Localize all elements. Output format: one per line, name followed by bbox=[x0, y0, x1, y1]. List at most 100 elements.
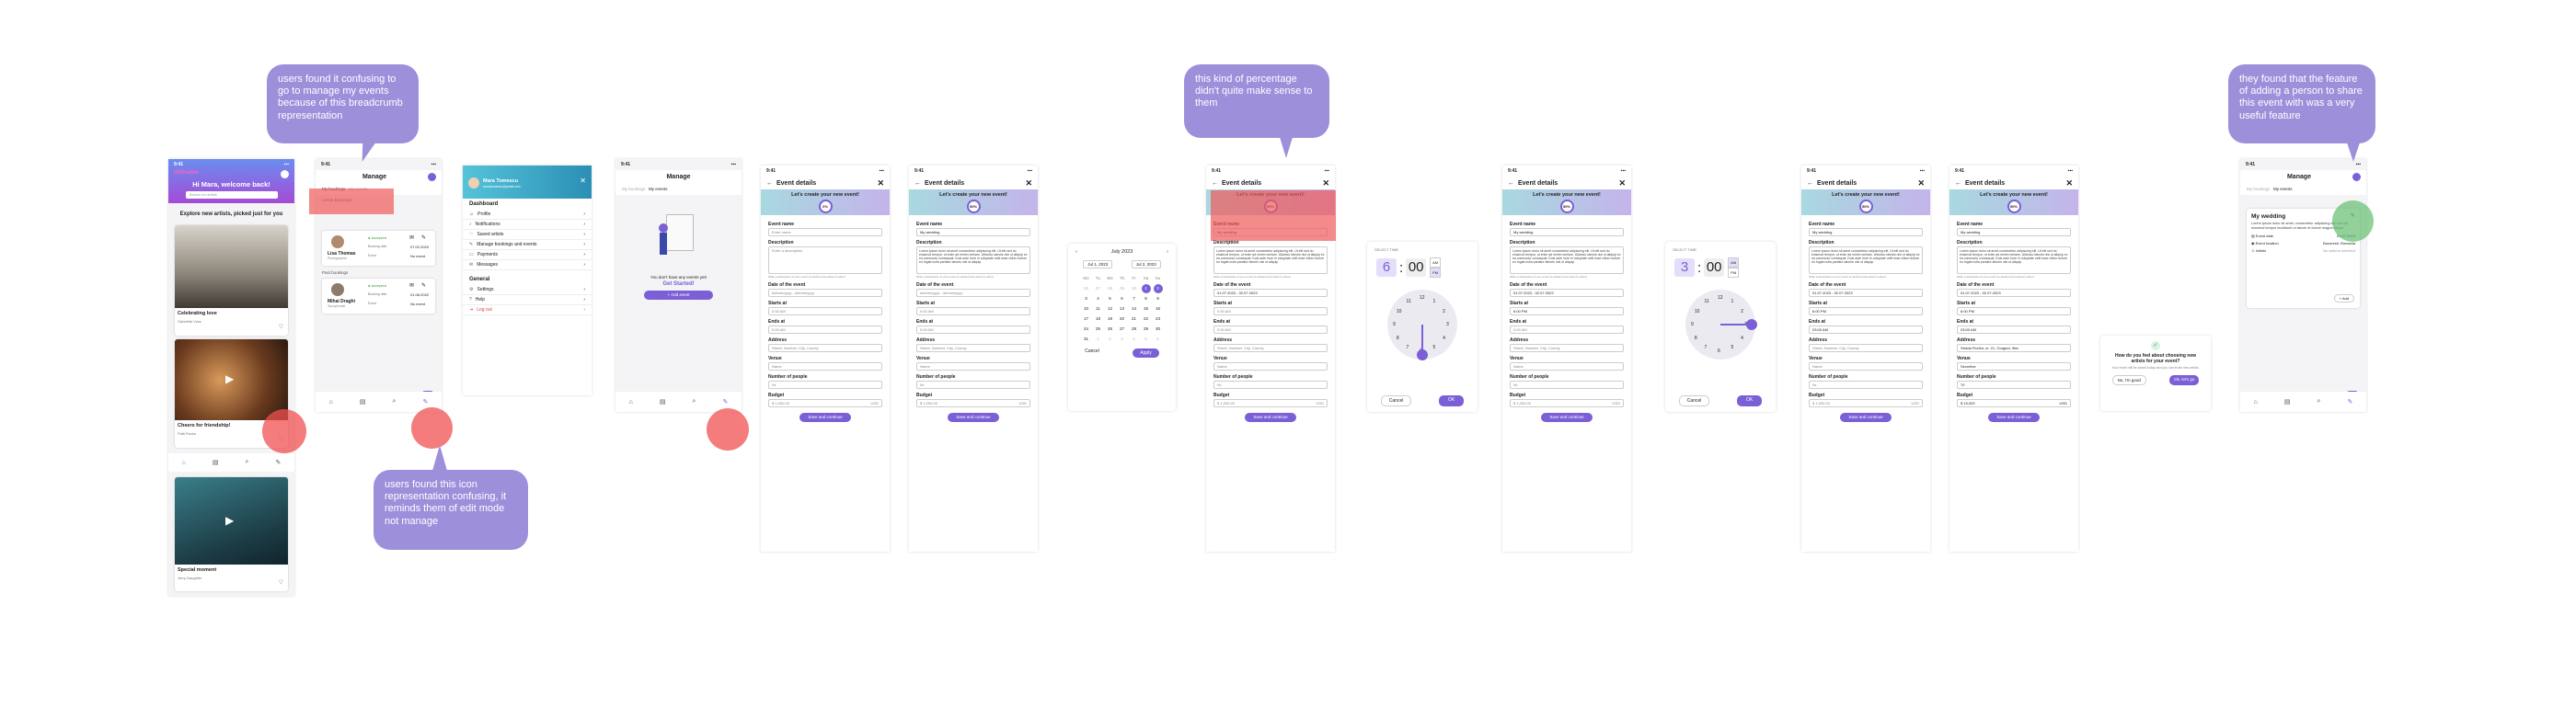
edit-icon[interactable]: ✎ bbox=[2348, 398, 2353, 405]
budget-input[interactable]: $ 1,000.00 USD bbox=[1809, 399, 1923, 407]
calendar-day[interactable]: 9 bbox=[1154, 294, 1163, 303]
budget-input[interactable]: $ 1,000.00 USD bbox=[1510, 399, 1624, 407]
close-icon[interactable]: ✕ bbox=[877, 178, 884, 188]
venue-input[interactable]: Name bbox=[1510, 362, 1624, 371]
clock-number[interactable]: 11 bbox=[1407, 299, 1411, 304]
address-input[interactable]: Street, Number, City, County bbox=[1510, 344, 1624, 352]
ends-at-input[interactable]: 0:00 AM bbox=[1213, 325, 1328, 334]
save-button[interactable]: Save and continue bbox=[1541, 413, 1593, 422]
back-arrow-icon[interactable]: ← bbox=[914, 180, 921, 187]
ok-button[interactable]: OK bbox=[1736, 395, 1763, 406]
date-input[interactable]: 01.07.2023 - 02.07.2023 bbox=[1957, 289, 2071, 297]
calendar-day[interactable]: 13 bbox=[1118, 304, 1127, 314]
starts-at-input[interactable]: 0:00 AM bbox=[768, 307, 882, 315]
calendar-day[interactable]: 22 bbox=[1142, 314, 1151, 324]
calendar-icon[interactable]: ▤ bbox=[360, 398, 366, 405]
heart-icon[interactable]: ♡ bbox=[279, 324, 283, 330]
avatar[interactable] bbox=[428, 172, 436, 181]
menu-item-payments[interactable]: ▭ Payments › bbox=[463, 250, 592, 260]
calendar-icon[interactable]: ▤ bbox=[213, 459, 219, 466]
save-button[interactable]: Save and continue bbox=[1988, 413, 2040, 422]
range-start[interactable]: Jul 1, 2023 bbox=[1083, 260, 1113, 268]
home-icon[interactable]: ⌂ bbox=[629, 399, 633, 405]
breadcrumb[interactable]: My bookings My events bbox=[615, 183, 742, 195]
calendar-day[interactable]: 27 bbox=[1118, 325, 1127, 334]
description-input[interactable]: Lorem ipsum dolor sit amet consectetur a… bbox=[1957, 246, 2071, 274]
add-event-button[interactable]: + Add event bbox=[644, 291, 713, 300]
venue-input[interactable]: Name bbox=[916, 362, 1030, 371]
starts-at-input[interactable]: 6:00 PM bbox=[1809, 307, 1923, 315]
date-input[interactable]: 01.07.2023 - 02.07.2023 bbox=[1213, 289, 1328, 297]
calendar-day[interactable]: 27 bbox=[1094, 284, 1103, 293]
edit-icon[interactable]: ✎ bbox=[421, 282, 426, 289]
am-toggle[interactable]: AM bbox=[1430, 257, 1442, 268]
hour-field[interactable]: 6 bbox=[1376, 258, 1397, 277]
clock-number[interactable]: 1 bbox=[1433, 299, 1436, 304]
chevron-left-icon[interactable]: ‹ bbox=[1075, 249, 1077, 255]
chevron-right-icon[interactable]: › bbox=[1167, 249, 1168, 255]
budget-input[interactable]: $ 1,000.00 USD bbox=[768, 399, 882, 407]
search-icon[interactable]: ⌕ bbox=[2317, 398, 2321, 405]
close-icon[interactable]: ✕ bbox=[1025, 178, 1032, 188]
save-button[interactable]: Save and continue bbox=[799, 413, 851, 422]
minute-field[interactable]: 00 bbox=[1406, 258, 1427, 277]
calendar-day[interactable]: 23 bbox=[1154, 314, 1163, 324]
calendar-day[interactable]: 5 bbox=[1106, 294, 1115, 303]
address-input[interactable]: Street, Number, City, County bbox=[1213, 344, 1328, 352]
date-input[interactable]: 01.07.2023 - 02.07.2023 bbox=[1510, 289, 1624, 297]
starts-at-input[interactable]: 6:00 PM bbox=[1957, 307, 2071, 315]
decline-button[interactable]: No, I'm good bbox=[2111, 375, 2146, 385]
close-icon[interactable]: ✕ bbox=[2065, 178, 2073, 188]
calendar-day[interactable]: 6 bbox=[1118, 294, 1127, 303]
artist-card[interactable]: Celebrating love Gabriella Voss ♡ bbox=[175, 225, 288, 336]
back-arrow-icon[interactable]: ← bbox=[1508, 180, 1514, 187]
edit-icon[interactable]: ✎ bbox=[423, 398, 429, 405]
people-input[interactable]: 70 bbox=[1957, 381, 2071, 389]
date-input[interactable]: 01.07.2023 - 02.07.2023 bbox=[1809, 289, 1923, 297]
clock-number[interactable]: 10 bbox=[1397, 309, 1402, 314]
starts-at-input[interactable]: 0:00 AM bbox=[1213, 307, 1328, 315]
calendar-day[interactable]: 24 bbox=[1082, 325, 1091, 334]
calendar-day[interactable]: 6 bbox=[1154, 335, 1163, 344]
calendar-day[interactable]: 1 bbox=[1141, 283, 1151, 293]
back-arrow-icon[interactable]: ← bbox=[766, 180, 773, 187]
calendar-day[interactable]: 28 bbox=[1130, 325, 1139, 334]
clock-number[interactable]: 9 bbox=[1393, 322, 1396, 327]
search-icon[interactable]: ⌕ bbox=[693, 398, 696, 405]
calendar-day[interactable]: 26 bbox=[1082, 284, 1091, 293]
clock-number[interactable]: 12 bbox=[1718, 295, 1723, 301]
breadcrumb[interactable]: My bookings My events bbox=[2240, 183, 2366, 195]
pm-toggle[interactable]: PM bbox=[1728, 268, 1740, 278]
address-input[interactable]: Strada Florilor, nr. 21, Gorgani, Ilfov bbox=[1957, 344, 2071, 352]
budget-input[interactable]: $ 1,000.00 USD bbox=[916, 399, 1030, 407]
home-icon[interactable]: ⌂ bbox=[2254, 399, 2258, 405]
ends-at-input[interactable]: 0:00 AM bbox=[916, 325, 1030, 334]
minute-field[interactable]: 00 bbox=[1704, 258, 1725, 277]
venue-input[interactable]: Name bbox=[768, 362, 882, 371]
calendar-day[interactable]: 20 bbox=[1118, 314, 1127, 324]
clock-number[interactable]: 6 bbox=[1718, 348, 1720, 354]
calendar-day[interactable]: 1 bbox=[1094, 335, 1103, 344]
accept-button[interactable]: Ok, let's go bbox=[2169, 375, 2200, 385]
description-input[interactable]: Lorem ipsum dolor sit amet consectetur a… bbox=[1510, 246, 1624, 274]
description-input[interactable]: Lorem ipsum dolor sit amet consectetur a… bbox=[1809, 246, 1923, 274]
menu-item-settings[interactable]: ⚙ Settings › bbox=[463, 285, 592, 295]
calendar-day[interactable]: 2 bbox=[1153, 283, 1163, 293]
venue-input[interactable]: Name bbox=[1213, 362, 1328, 371]
avatar[interactable] bbox=[2352, 172, 2361, 181]
date-input[interactable]: dd/mm/yyyy - dd/mm/yyyy bbox=[768, 289, 882, 297]
save-button[interactable]: Save and continue bbox=[1245, 413, 1296, 422]
event-name-input[interactable]: My wedding bbox=[1809, 228, 1923, 236]
cancel-button[interactable]: Cancel bbox=[1085, 348, 1099, 358]
menu-item-messages[interactable]: ✉ Messages › bbox=[463, 260, 592, 270]
clock-number[interactable]: 12 bbox=[1420, 295, 1425, 301]
menu-item-manage[interactable]: ✎ Manage bookings and events › bbox=[463, 240, 592, 250]
calendar-day[interactable]: 10 bbox=[1082, 304, 1091, 314]
calendar-day[interactable]: 7 bbox=[1130, 294, 1139, 303]
back-arrow-icon[interactable]: ← bbox=[1955, 180, 1961, 187]
play-icon[interactable]: ▶ bbox=[225, 514, 234, 527]
calendar-day[interactable]: 8 bbox=[1142, 294, 1151, 303]
close-icon[interactable]: ✕ bbox=[1322, 178, 1329, 188]
address-input[interactable]: Street, Number, City, County bbox=[916, 344, 1030, 352]
ends-at-input[interactable]: 0:00 AM bbox=[768, 325, 882, 334]
